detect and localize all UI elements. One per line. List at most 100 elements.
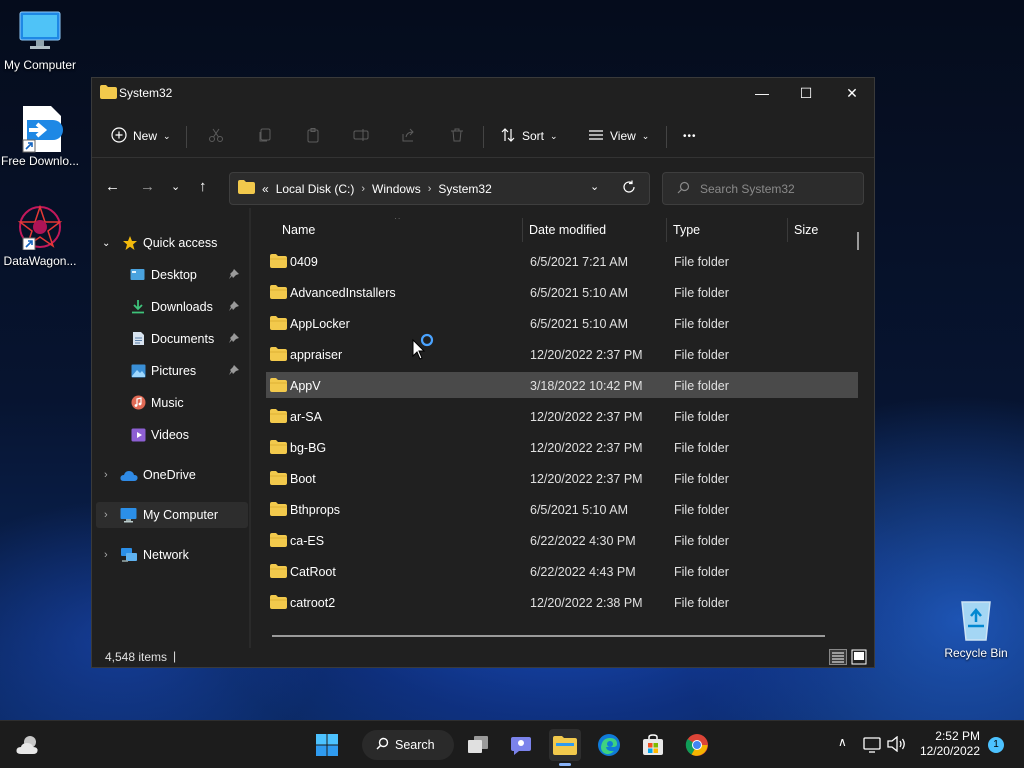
file-date-modified: 12/20/2022 2:37 PM xyxy=(530,410,643,424)
desktop-icon-free-download[interactable]: Free Downlo... xyxy=(0,104,80,169)
paste-button[interactable] xyxy=(305,122,321,150)
file-row[interactable]: Boot 12/20/2022 2:37 PM File folder xyxy=(266,465,858,491)
breadcrumb-overflow[interactable]: « xyxy=(262,182,269,196)
desktop-icon-label: DataWagon... xyxy=(3,254,77,268)
title-bar[interactable]: System32 — ☐ ✕ xyxy=(92,78,874,108)
file-row[interactable]: AdvancedInstallers 6/5/2021 5:10 AM File f… xyxy=(266,279,858,305)
rename-button[interactable] xyxy=(353,122,369,150)
show-hidden-icons-chevron-icon[interactable]: ∧ xyxy=(838,735,847,749)
up-arrow-icon[interactable]: ↑ xyxy=(199,178,207,195)
breadcrumb-local-disk[interactable]: Local Disk (C:) xyxy=(276,182,355,196)
nav-quick-access-label: Quick access xyxy=(143,236,218,250)
file-type: File folder xyxy=(674,255,729,269)
tiles-view-icon[interactable] xyxy=(851,649,867,668)
new-button[interactable]: New ⌄ xyxy=(111,122,171,150)
column-size[interactable]: Size xyxy=(794,223,818,237)
column-date-modified[interactable]: Date modified xyxy=(529,223,606,237)
file-row[interactable]: 0409 6/5/2021 7:21 AM File folder xyxy=(266,248,858,274)
search-box[interactable]: Search System32 xyxy=(662,172,864,205)
network-status-icon[interactable] xyxy=(863,737,881,756)
share-icon xyxy=(401,127,417,146)
file-type: File folder xyxy=(674,317,729,331)
copy-button[interactable] xyxy=(257,122,273,150)
chat-icon[interactable] xyxy=(505,729,537,761)
file-row[interactable]: Bthprops 6/5/2021 5:10 AM File folder xyxy=(266,496,858,522)
nav-onedrive[interactable]: › OneDrive xyxy=(96,462,248,488)
weather-widget-icon[interactable] xyxy=(12,729,44,761)
breadcrumb-windows[interactable]: Windows xyxy=(372,182,421,196)
nav-item-downloads[interactable]: Downloads xyxy=(96,294,248,320)
file-type: File folder xyxy=(674,565,729,579)
nav-item-music[interactable]: Music xyxy=(96,390,248,416)
refresh-icon[interactable] xyxy=(622,180,636,197)
explorer-window: System32 — ☐ ✕ New ⌄ Sort ⌄ View ⌄ ••• ←… xyxy=(91,77,875,668)
pin-icon xyxy=(228,300,240,315)
view-button[interactable]: View ⌄ xyxy=(588,122,649,150)
file-row[interactable]: ca-ES 6/22/2022 4:30 PM File folder xyxy=(266,527,858,553)
microsoft-store-icon[interactable] xyxy=(637,729,669,761)
sort-ascending-icon: ^ xyxy=(395,218,400,225)
desktop-icon-recycle-bin[interactable]: Recycle Bin xyxy=(936,596,1016,661)
pin-icon xyxy=(228,364,240,379)
taskbar-search-button[interactable]: Search xyxy=(362,730,454,760)
folder-icon xyxy=(270,254,287,271)
network-icon xyxy=(120,547,138,566)
nav-item-videos[interactable]: Videos xyxy=(96,422,248,448)
file-name: AdvancedInstallers xyxy=(290,286,396,300)
column-divider[interactable] xyxy=(666,218,667,242)
nav-item-documents[interactable]: Documents xyxy=(96,326,248,352)
window-title: System32 xyxy=(119,86,173,100)
column-name[interactable]: Name xyxy=(282,223,315,237)
notification-badge[interactable]: 1 xyxy=(988,737,1004,753)
share-button[interactable] xyxy=(401,122,417,150)
file-explorer-taskbar-icon[interactable] xyxy=(549,729,581,766)
minimize-button[interactable]: — xyxy=(739,78,785,108)
desktop-icon-datawagon[interactable]: DataWagon... xyxy=(0,204,80,269)
file-row[interactable]: appraiser 12/20/2022 2:37 PM File folder xyxy=(266,341,858,367)
file-row[interactable]: CatRoot 6/22/2022 4:43 PM File folder xyxy=(266,558,858,584)
nav-network[interactable]: › Network xyxy=(96,542,248,568)
close-button[interactable]: ✕ xyxy=(829,78,875,108)
more-options-button[interactable]: ••• xyxy=(683,122,697,150)
address-bar[interactable]: « Local Disk (C:) › Windows › System32 ⌄ xyxy=(229,172,650,205)
recent-locations-chevron-icon[interactable]: ⌄ xyxy=(171,180,180,193)
file-row[interactable]: AppV 3/18/2022 10:42 PM File folder xyxy=(266,372,858,398)
file-row[interactable]: AppLocker 6/5/2021 5:10 AM File folder xyxy=(266,310,858,336)
paste-icon xyxy=(305,127,321,146)
back-arrow-icon[interactable]: ← xyxy=(105,178,120,195)
task-view-icon[interactable] xyxy=(462,729,494,761)
desktop-icon-my-computer[interactable]: My Computer xyxy=(0,8,80,73)
file-row[interactable]: bg-BG 12/20/2022 2:37 PM File folder xyxy=(266,434,858,460)
column-divider[interactable] xyxy=(787,218,788,242)
delete-button[interactable] xyxy=(449,122,465,150)
nav-item-desktop[interactable]: Desktop xyxy=(96,262,248,288)
cut-button[interactable] xyxy=(208,122,224,150)
file-row[interactable]: catroot2 12/20/2022 2:38 PM File folder xyxy=(266,589,858,615)
folder-icon xyxy=(270,316,287,333)
file-name: ca-ES xyxy=(290,534,325,548)
details-view-icon[interactable] xyxy=(829,649,847,668)
nav-item-label: Videos xyxy=(151,428,189,442)
sort-button[interactable]: Sort ⌄ xyxy=(500,122,558,150)
start-button[interactable] xyxy=(311,729,343,761)
edge-browser-icon[interactable] xyxy=(593,729,625,761)
column-type[interactable]: Type xyxy=(673,223,700,237)
address-history-chevron-icon[interactable]: ⌄ xyxy=(590,180,599,193)
forward-arrow-icon[interactable]: → xyxy=(140,178,155,195)
picture-icon xyxy=(131,364,146,381)
speaker-icon[interactable] xyxy=(887,735,907,755)
search-icon xyxy=(677,181,690,197)
chrome-browser-icon[interactable] xyxy=(681,729,713,761)
column-divider[interactable] xyxy=(522,218,523,242)
file-row[interactable]: ar-SA 12/20/2022 2:37 PM File folder xyxy=(266,403,858,429)
nav-quick-access[interactable]: ⌄ Quick access xyxy=(96,230,248,256)
folder-icon xyxy=(100,85,117,102)
maximize-button[interactable]: ☐ xyxy=(783,78,829,108)
clock[interactable]: 2:52 PM 12/20/2022 xyxy=(918,729,980,759)
horizontal-scrollbar[interactable] xyxy=(272,635,825,637)
file-date-modified: 12/20/2022 2:37 PM xyxy=(530,348,643,362)
breadcrumb-system32[interactable]: System32 xyxy=(438,182,491,196)
plus-circle-icon xyxy=(111,126,127,146)
nav-item-pictures[interactable]: Pictures xyxy=(96,358,248,384)
nav-my-computer[interactable]: › My Computer xyxy=(96,502,248,528)
